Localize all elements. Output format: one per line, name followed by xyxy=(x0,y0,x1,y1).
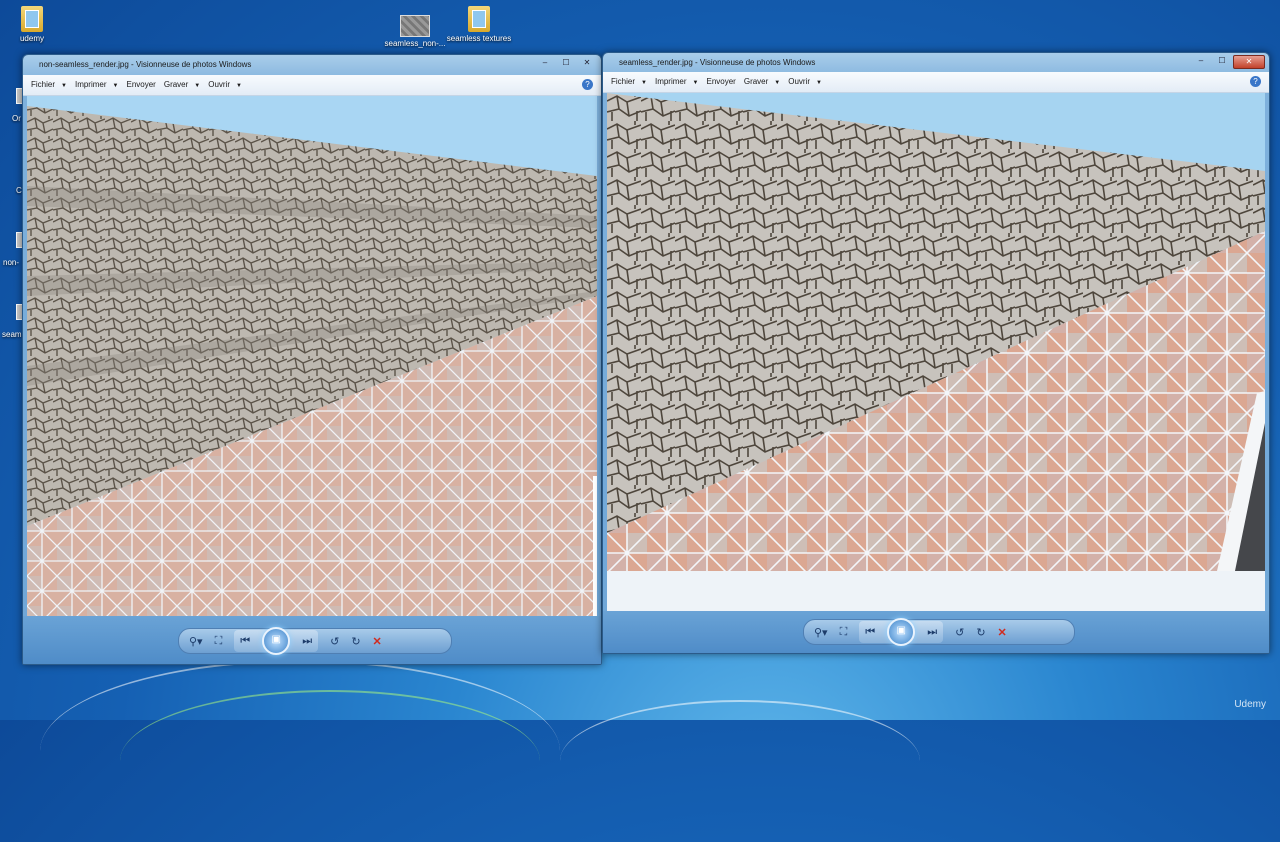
folder-icon xyxy=(21,6,43,32)
playback-group: ⏮ ▣ ⏭ xyxy=(859,618,944,646)
photo-viewer-window-left[interactable]: non-seamless_render.jpg - Visionneuse de… xyxy=(22,54,602,665)
photo-viewer-window-right[interactable]: seamless_render.jpg - Visionneuse de pho… xyxy=(602,52,1270,654)
slideshow-icon[interactable]: ▣ xyxy=(262,627,291,655)
minimize-button[interactable]: – xyxy=(1191,55,1211,67)
desktop-icon-label: udemy xyxy=(19,34,44,43)
maximize-button[interactable]: ☐ xyxy=(1212,55,1232,67)
menu-bar: Fichier ▼ Imprimer ▼ Envoyer Graver ▼ Ouvri… xyxy=(603,72,1269,93)
chevron-down-icon: ▼ xyxy=(236,83,242,89)
zoom-icon[interactable]: ⚲▾ xyxy=(814,626,828,639)
render-image xyxy=(27,96,597,616)
folder-icon xyxy=(468,6,490,32)
viewer-toolbar: ⚲▾ ⛶ ⏮ ▣ ⏭ ↺ ↻ ✕ xyxy=(603,611,1269,653)
next-icon[interactable]: ⏭ xyxy=(927,626,937,639)
chevron-down-icon: ▼ xyxy=(692,80,699,86)
menu-imprimer[interactable]: Imprimer ▼ xyxy=(75,75,119,95)
menu-graver[interactable]: Graver ▼ xyxy=(164,75,200,95)
viewer-toolbar: ⚲▾ ⛶ ⏮ ▣ ⏭ ↺ ↻ ✕ xyxy=(23,616,601,664)
fit-window-icon[interactable]: ⛶ xyxy=(215,635,223,648)
chevron-down-icon: ▼ xyxy=(641,80,647,86)
menu-fichier[interactable]: Fichier ▼ xyxy=(31,75,67,95)
maximize-button[interactable]: ☐ xyxy=(556,57,576,69)
title-bar[interactable]: non-seamless_render.jpg - Visionneuse de… xyxy=(23,55,601,75)
chevron-down-icon: ▼ xyxy=(194,83,201,89)
previous-icon[interactable]: ⏮ xyxy=(865,626,875,639)
menu-imprimer[interactable]: Imprimer ▼ xyxy=(655,72,699,92)
playback-group: ⏮ ▣ ⏭ xyxy=(234,627,319,655)
fit-window-icon[interactable]: ⛶ xyxy=(840,626,848,639)
rotate-left-icon[interactable]: ↺ xyxy=(330,635,339,648)
menu-ouvrir[interactable]: Ouvrir ▼ xyxy=(788,72,822,92)
help-icon[interactable]: ? xyxy=(1250,76,1261,87)
desktop-icon-udemy[interactable]: udemy xyxy=(0,6,67,43)
next-icon[interactable]: ⏭ xyxy=(302,635,312,648)
rotate-right-icon[interactable]: ↻ xyxy=(976,626,985,639)
minimize-button[interactable]: – xyxy=(535,57,555,69)
chevron-down-icon: ▼ xyxy=(61,83,67,89)
udemy-watermark: Udemy xyxy=(1234,699,1266,710)
menu-graver[interactable]: Graver ▼ xyxy=(744,72,780,92)
close-button[interactable]: ✕ xyxy=(1233,55,1265,69)
title-bar[interactable]: seamless_render.jpg - Visionneuse de pho… xyxy=(603,53,1269,73)
menu-ouvrir[interactable]: Ouvrir ▼ xyxy=(208,75,242,95)
rotate-left-icon[interactable]: ↺ xyxy=(955,626,964,639)
close-button[interactable]: ✕ xyxy=(577,57,597,69)
help-icon[interactable]: ? xyxy=(582,79,593,90)
desktop-edge-label: non- xyxy=(3,258,20,267)
navigation-bar: ⚲▾ ⛶ ⏮ ▣ ⏭ ↺ ↻ ✕ xyxy=(178,627,452,655)
delete-icon[interactable]: ✕ xyxy=(998,626,1007,639)
menu-envoyer[interactable]: Envoyer xyxy=(706,72,735,92)
navigation-bar: ⚲▾ ⛶ ⏮ ▣ ⏭ ↺ ↻ ✕ xyxy=(803,618,1075,646)
desktop-edge-label: Or xyxy=(12,114,21,123)
chevron-down-icon: ▼ xyxy=(816,80,822,86)
desktop-icon-label: seamless textures xyxy=(446,34,512,43)
rotate-right-icon[interactable]: ↻ xyxy=(351,635,360,648)
image-viewport[interactable] xyxy=(607,93,1265,611)
slideshow-icon[interactable]: ▣ xyxy=(887,618,916,646)
menu-fichier[interactable]: Fichier ▼ xyxy=(611,72,647,92)
desktop-edge-label: seam xyxy=(2,330,22,339)
render-image xyxy=(607,93,1265,611)
wallpaper-swoosh xyxy=(120,690,540,832)
menu-envoyer[interactable]: Envoyer xyxy=(126,75,155,95)
image-viewport[interactable] xyxy=(27,96,597,616)
image-thumbnail-icon xyxy=(400,15,430,37)
zoom-icon[interactable]: ⚲▾ xyxy=(189,635,203,648)
chevron-down-icon: ▼ xyxy=(112,83,119,89)
previous-icon[interactable]: ⏮ xyxy=(240,635,250,648)
chevron-down-icon: ▼ xyxy=(774,80,781,86)
delete-icon[interactable]: ✕ xyxy=(373,635,382,648)
desktop-icon-seamless-non[interactable]: seamless_non-... xyxy=(380,12,450,48)
desktop-edge-label: C xyxy=(16,186,22,195)
desktop-icon-label: seamless_non-... xyxy=(384,39,446,48)
menu-bar: Fichier ▼ Imprimer ▼ Envoyer Graver ▼ Ouvri… xyxy=(23,75,601,96)
wallpaper-swoosh xyxy=(560,700,920,822)
window-title: seamless_render.jpg - Visionneuse de pho… xyxy=(619,58,816,67)
desktop-icon-seamless-textures[interactable]: seamless textures xyxy=(444,6,514,43)
window-title: non-seamless_render.jpg - Visionneuse de… xyxy=(39,60,252,69)
